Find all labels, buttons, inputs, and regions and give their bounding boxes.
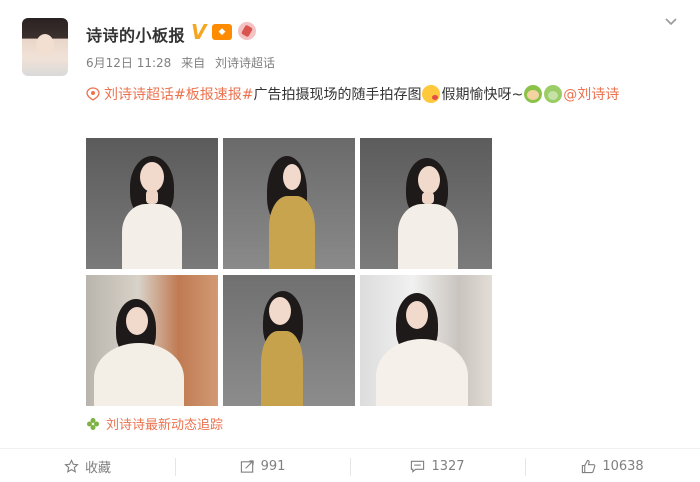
source-prefix: 来自 [181,56,206,70]
clover-icon [87,418,99,430]
mention-link[interactable]: @刘诗诗 [563,87,619,103]
post-meta: 6月12日 11:28 来自 刘诗诗超话 [86,54,281,71]
comment-button[interactable]: 1327 [350,449,525,482]
topic-link[interactable]: 刘诗诗超话 [104,87,174,103]
like-count: 10638 [602,458,644,474]
topic-icon [86,87,100,101]
post-time[interactable]: 6月12日 11:28 [86,56,171,70]
username[interactable]: 诗诗的小板报 [86,22,185,46]
photo-6[interactable] [360,275,492,406]
action-bar: 收藏 991 1327 10638 [0,448,700,482]
vip-icon[interactable]: ◆ [212,24,232,40]
like-icon [582,459,596,473]
chevron-down-icon[interactable] [664,14,678,28]
photo-1[interactable] [86,138,218,269]
photo-4[interactable] [86,275,218,406]
badge-icon[interactable] [238,22,256,40]
monkey-emoji [524,85,543,103]
star-icon [64,458,79,473]
comment-icon [411,460,425,473]
like-button[interactable]: 10638 [525,449,700,482]
repost-button[interactable]: 991 [175,449,350,482]
post-text: 广告拍摄现场的随手拍存图 [253,87,422,103]
post-source[interactable]: 刘诗诗超话 [215,56,275,70]
repost-count: 991 [260,458,286,474]
repost-icon [240,459,254,473]
follow-updates-label: 刘诗诗最新动态追踪 [106,418,224,433]
favorite-button[interactable]: 收藏 [0,449,175,482]
kiss-emoji [422,85,441,103]
post-text-after: 假期愉快呀~ [441,87,524,103]
photo-2[interactable] [223,138,355,269]
hashtag-link[interactable]: #板报速报# [174,87,253,103]
bear-emoji [544,85,563,103]
weibo-post-card: 诗诗的小板报 V ◆ 6月12日 11:28 来自 刘诗诗超话 刘诗诗超话#板报… [0,0,700,482]
photo-3[interactable] [360,138,492,269]
photo-5[interactable] [223,275,355,406]
comment-count: 1327 [431,458,465,474]
verified-icon: V [191,20,207,44]
avatar[interactable] [22,18,68,76]
follow-updates-link[interactable]: 刘诗诗最新动态追踪 [86,414,223,433]
post-content: 刘诗诗超话#板报速报#广告拍摄现场的随手拍存图 假期愉快呀~ @刘诗诗 [86,82,676,108]
favorite-label: 收藏 [84,460,111,476]
